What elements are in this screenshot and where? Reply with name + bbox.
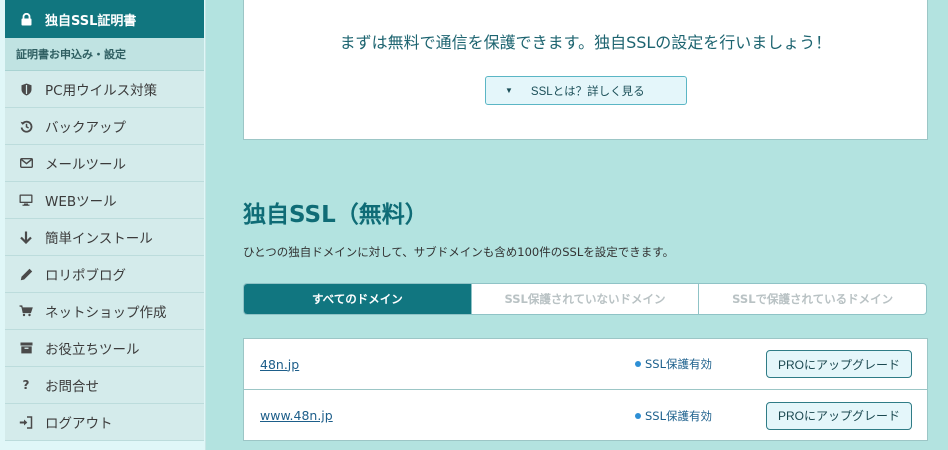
envelope-icon [19, 158, 33, 168]
sidebar: 独自SSL証明書 証明書お申込み・設定 PC用ウイルス対策 バックアップ メール… [0, 0, 206, 450]
lock-icon [19, 12, 33, 26]
sidebar-item-web-tools[interactable]: WEBツール [5, 182, 204, 219]
sidebar-item-antivirus[interactable]: PC用ウイルス対策 [5, 71, 204, 108]
sidebar-item-label: 独自SSL証明書 [45, 13, 137, 29]
sidebar-item-label: WEBツール [45, 194, 117, 210]
ssl-intro-card: まずは無料で通信を保護できます。独自SSLの設定を行いましょう！ ▼ SSLとは… [243, 0, 928, 140]
monitor-icon [19, 194, 33, 206]
sidebar-item-easy-install[interactable]: 簡単インストール [5, 219, 204, 256]
sidebar-item-label: PC用ウイルス対策 [45, 83, 158, 99]
sidebar-item-label: バックアップ [45, 120, 126, 136]
pencil-icon [19, 268, 33, 281]
domain-link[interactable]: 48n.jp [260, 357, 299, 372]
cart-icon [19, 305, 33, 317]
ssl-status: SSL保護有効 [635, 408, 712, 424]
domain-list: 48n.jp SSL保護有効 PROにアップグレード www.48n.jp SS… [243, 338, 928, 441]
sidebar-item-logout[interactable]: ログアウト [5, 404, 204, 441]
history-icon [19, 120, 33, 133]
logout-icon [19, 415, 33, 429]
ssl-details-button[interactable]: ▼ SSLとは？詳しく見る [485, 76, 687, 105]
domain-link[interactable]: www.48n.jp [260, 408, 333, 423]
upgrade-pro-button[interactable]: PROにアップグレード [766, 401, 912, 430]
tab-unprotected-domains[interactable]: SSL保護されていないドメイン [470, 284, 699, 314]
ssl-details-label: SSLとは？詳しく見る [530, 85, 645, 98]
domain-filter-tabs: すべてのドメイン SSL保護されていないドメイン SSLで保護されているドメイン [243, 283, 927, 315]
sidebar-item-net-shop[interactable]: ネットショップ作成 [5, 293, 204, 330]
ssl-status-label: SSL保護有効 [645, 408, 713, 423]
sidebar-item-ssl-certificate[interactable]: 独自SSL証明書 [5, 0, 204, 38]
download-arrow-icon [19, 231, 33, 244]
sidebar-item-label: ネットショップ作成 [45, 305, 167, 321]
intro-message: まずは無料で通信を保護できます。独自SSLの設定を行いましょう！ [339, 33, 832, 52]
sidebar-item-label: ログアウト [45, 416, 113, 432]
status-dot-icon [635, 361, 641, 367]
tab-all-domains[interactable]: すべてのドメイン [244, 284, 471, 314]
sidebar-item-contact[interactable]: ? お問合せ [5, 367, 204, 404]
ssl-status-label: SSL保護有効 [645, 357, 713, 371]
sidebar-item-label: 簡単インストール [45, 231, 153, 247]
tab-protected-domains[interactable]: SSLで保護されているドメイン [698, 284, 926, 314]
upgrade-pro-button[interactable]: PROにアップグレード [766, 350, 912, 378]
status-dot-icon [635, 412, 641, 419]
domain-row: 48n.jp SSL保護有効 PROにアップグレード [244, 339, 927, 390]
sidebar-item-backup[interactable]: バックアップ [5, 108, 204, 145]
question-icon: ? [22, 378, 30, 392]
section-title: 独自SSL（無料） [243, 202, 428, 228]
sidebar-item-label: メールツール [45, 157, 126, 173]
archive-box-icon [19, 342, 33, 354]
sidebar-item-mail-tools[interactable]: メールツール [5, 145, 204, 182]
sidebar-item-label: お役立ちツール [45, 342, 140, 358]
sidebar-item-label: お問合せ [45, 379, 99, 395]
sidebar-item-label: ロリポブログ [45, 268, 126, 284]
sidebar-item-lolipo-blog[interactable]: ロリポブログ [5, 256, 204, 293]
sidebar-subitem-certificate-apply[interactable]: 証明書お申込み・設定 [5, 38, 204, 71]
ssl-status: SSL保護有効 [635, 356, 712, 372]
caret-down-icon: ▼ [505, 86, 513, 95]
sidebar-item-useful-tools[interactable]: お役立ちツール [5, 330, 204, 367]
section-description: ひとつの独自ドメインに対して、サブドメインも含め100件のSSLを設定できます。 [243, 245, 675, 259]
shield-icon [19, 83, 33, 96]
domain-row: www.48n.jp SSL保護有効 PROにアップグレード [244, 390, 927, 441]
sidebar-subitem-label: 証明書お申込み・設定 [16, 48, 126, 61]
